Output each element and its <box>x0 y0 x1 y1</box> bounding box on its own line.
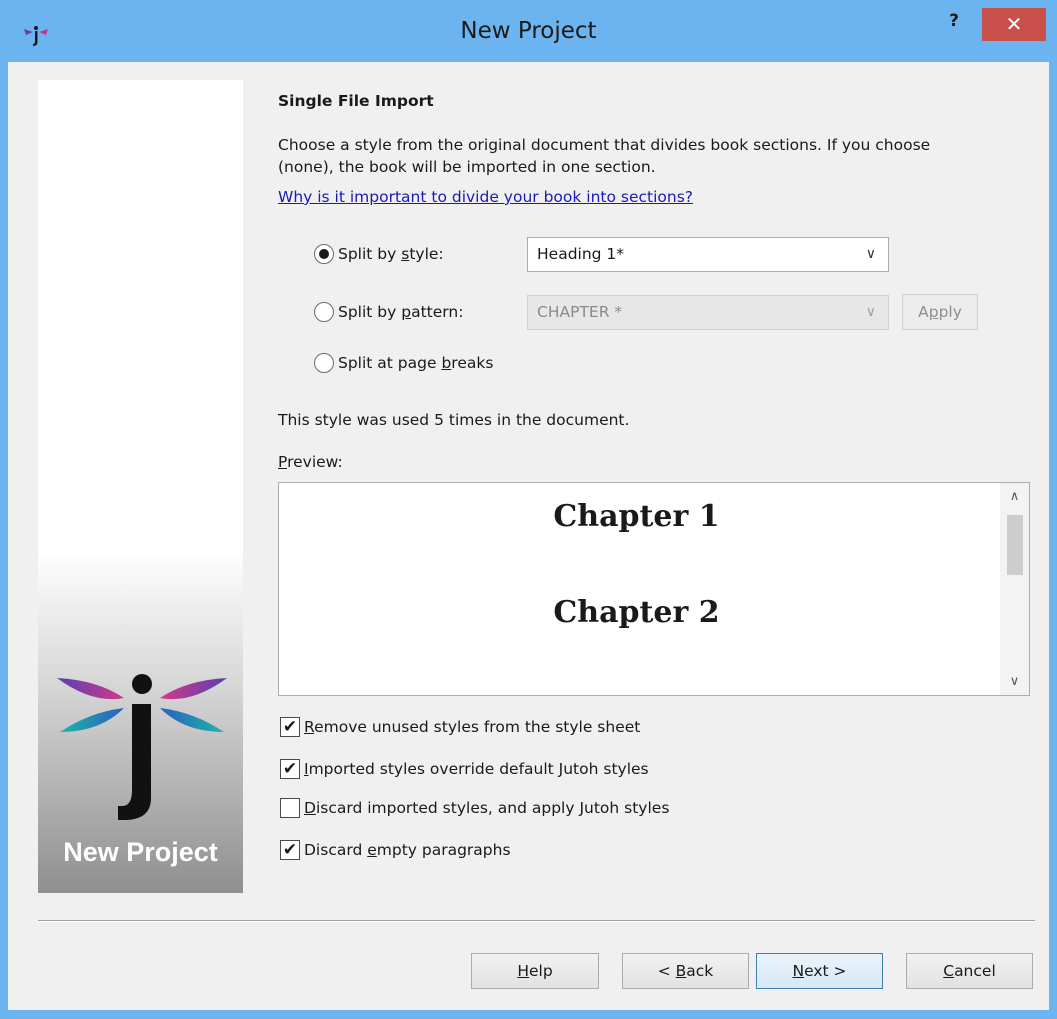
preview-line: Chapter 2 <box>553 595 720 630</box>
close-button[interactable]: ✕ <box>982 8 1046 41</box>
split-by-pattern-label[interactable]: Split by pattern: <box>338 303 463 321</box>
split-at-page-breaks-label[interactable]: Split at page breaks <box>338 354 493 372</box>
footer-divider-highlight <box>38 921 1035 922</box>
dialog-window: New Project ? ✕ New Project Single File … <box>0 0 1057 1019</box>
cancel-button[interactable]: Cancel <box>906 953 1033 989</box>
discard-empty-paragraphs-checkbox[interactable]: ✔ <box>280 840 300 860</box>
scroll-down-icon[interactable]: ∨ <box>1000 674 1029 689</box>
preview-scrollbar[interactable]: ∧ ∨ <box>1000 483 1029 695</box>
imported-styles-override-label[interactable]: Imported styles override default Jutoh s… <box>304 760 649 778</box>
style-select-value: Heading 1* <box>537 245 625 263</box>
preview-label: Preview: <box>278 453 343 471</box>
split-at-page-breaks-radio[interactable] <box>314 353 334 373</box>
back-button[interactable]: < Back <box>622 953 749 989</box>
remove-unused-styles-checkbox[interactable]: ✔ <box>280 717 300 737</box>
chevron-down-icon: ∨ <box>865 246 876 262</box>
scroll-thumb[interactable] <box>1007 515 1023 575</box>
style-select[interactable]: Heading 1* ∨ <box>527 237 889 272</box>
discard-empty-paragraphs-label[interactable]: Discard empty paragraphs <box>304 841 511 859</box>
imported-styles-override-option[interactable]: ✔ Imported styles override default Jutoh… <box>280 759 649 779</box>
discard-empty-paragraphs-option[interactable]: ✔ Discard empty paragraphs <box>280 840 511 860</box>
section-heading: Single File Import <box>278 92 434 110</box>
title-bar[interactable]: New Project ? ✕ <box>0 0 1057 70</box>
pattern-select-value: CHAPTER * <box>537 303 623 321</box>
help-link[interactable]: Why is it important to divide your book … <box>278 188 693 206</box>
scroll-up-icon[interactable]: ∧ <box>1000 489 1029 504</box>
discard-imported-styles-checkbox[interactable] <box>280 798 300 818</box>
jutoh-dragonfly-logo <box>57 674 227 820</box>
help-button[interactable]: Help <box>471 953 599 989</box>
chevron-down-icon: ∨ <box>865 304 876 320</box>
discard-imported-styles-option[interactable]: Discard imported styles, and apply Jutoh… <box>280 798 669 818</box>
side-banner: New Project <box>38 80 243 893</box>
side-caption: New Project <box>63 837 218 867</box>
imported-styles-override-checkbox[interactable]: ✔ <box>280 759 300 779</box>
discard-imported-styles-label[interactable]: Discard imported styles, and apply Jutoh… <box>304 799 669 817</box>
remove-unused-styles-label[interactable]: Remove unused styles from the style shee… <box>304 718 640 736</box>
split-by-style-label[interactable]: Split by style: <box>338 245 444 263</box>
split-by-pattern-radio[interactable] <box>314 302 334 322</box>
apply-button[interactable]: Apply <box>902 294 978 330</box>
help-title-button[interactable]: ? <box>934 6 974 38</box>
split-at-page-breaks-option[interactable]: Split at page breaks <box>314 353 493 373</box>
next-button[interactable]: Next > <box>756 953 883 989</box>
dialog-body: New Project Single File Import Choose a … <box>8 62 1049 1010</box>
remove-unused-styles-option[interactable]: ✔ Remove unused styles from the style sh… <box>280 717 640 737</box>
preview-line: Chapter 1 <box>553 499 720 534</box>
split-by-style-radio[interactable] <box>314 244 334 264</box>
pattern-select[interactable]: CHAPTER * ∨ <box>527 295 889 330</box>
split-by-style-option[interactable]: Split by style: <box>314 244 444 264</box>
split-by-pattern-option[interactable]: Split by pattern: <box>314 302 463 322</box>
section-description: Choose a style from the original documen… <box>278 136 931 176</box>
window-title: New Project <box>460 18 597 44</box>
style-usage-text: This style was used 5 times in the docum… <box>278 411 630 429</box>
preview-box[interactable]: Chapter 1 Chapter 2 ∧ ∨ <box>278 482 1030 696</box>
